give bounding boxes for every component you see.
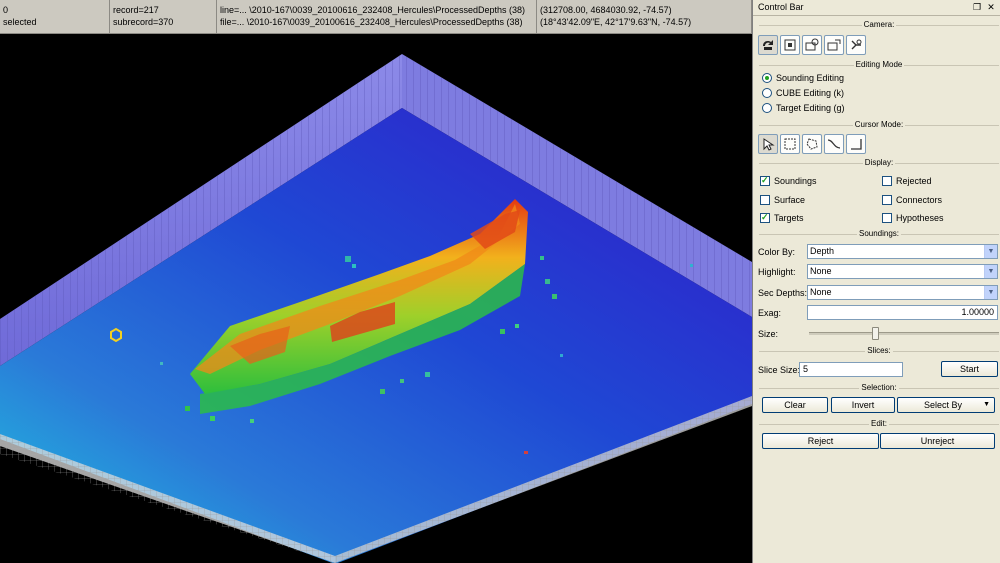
size-slider-thumb[interactable] xyxy=(871,327,879,340)
camera-reset-icon xyxy=(851,39,862,50)
radio-sounding-editing[interactable]: Sounding Editing xyxy=(762,72,844,86)
checkbox-surface[interactable]: Surface xyxy=(760,194,805,208)
selection-count-cell: 0 selected xyxy=(0,0,110,34)
clear-selection-button[interactable]: Clear xyxy=(762,397,828,413)
cursor-lasso-button[interactable] xyxy=(802,134,822,154)
chevron-down-icon[interactable]: ▼ xyxy=(984,245,997,258)
curve-select-icon xyxy=(827,139,841,149)
coordinate-cell: (312708.00, 4684030.92, -74.57) (18°43'4… xyxy=(537,0,752,34)
record-cell: record=217 subrecord=370 xyxy=(110,0,217,34)
exag-label: Exag: xyxy=(758,308,782,318)
camera-pan-button[interactable] xyxy=(780,35,800,55)
checkbox-soundings[interactable]: Soundings xyxy=(760,174,817,189)
camera-rotate-icon xyxy=(763,40,773,50)
edit-section-title: Edit: xyxy=(759,419,999,429)
camera-reset-button[interactable] xyxy=(846,35,866,55)
checkbox-indicator[interactable] xyxy=(760,211,770,223)
file-cell: line=... \2010-167\0039_20100616_232408_… xyxy=(217,0,537,34)
slice-size-input[interactable]: 5 xyxy=(799,362,903,377)
select-by-button[interactable]: Select By ▼ xyxy=(897,397,995,413)
checkbox-targets[interactable]: Targets xyxy=(760,211,804,226)
camera-zoom-icon xyxy=(805,38,819,51)
line-path: line=... \2010-167\0039_20100616_232408_… xyxy=(220,5,525,15)
control-bar-title: Control Bar xyxy=(758,2,804,12)
camera-rotate-button[interactable] xyxy=(758,35,778,55)
radio-cube-editing[interactable]: CUBE Editing (k) xyxy=(762,87,844,101)
checkbox-indicator[interactable] xyxy=(882,213,892,223)
start-slices-button[interactable]: Start xyxy=(941,361,998,377)
camera-pan-icon xyxy=(784,39,796,51)
checkbox-indicator[interactable] xyxy=(882,176,892,186)
display-section-title: Display: xyxy=(759,158,999,168)
checkbox-indicator[interactable] xyxy=(760,174,770,186)
camera-orbit-button[interactable] xyxy=(824,35,844,55)
chevron-down-icon[interactable]: ▼ xyxy=(984,286,997,299)
camera-section-title: Camera: xyxy=(759,20,999,30)
selection-count-label: selected xyxy=(3,17,37,27)
subrecord-value: subrecord=370 xyxy=(113,17,174,27)
slice-size-label: Slice Size: xyxy=(758,365,801,375)
cursor-mode-section-title: Cursor Mode: xyxy=(759,120,999,130)
file-path: file=... \2010-167\0039_20100616_232408_… xyxy=(220,17,523,27)
geographic-coordinates: (18°43'42.09"E, 42°17'9.63"N, -74.57) xyxy=(540,17,692,27)
radio-target-editing[interactable]: Target Editing (g) xyxy=(762,102,845,116)
rectangle-select-icon xyxy=(784,138,796,150)
selection-count: 0 xyxy=(3,5,9,15)
status-bar: 0 selected record=217 subrecord=370 line… xyxy=(0,0,752,34)
cursor-profile-button[interactable] xyxy=(846,134,866,154)
pointer-icon xyxy=(763,138,775,151)
camera-orbit-icon xyxy=(827,39,841,51)
checkbox-indicator[interactable] xyxy=(760,195,770,205)
radio-indicator[interactable] xyxy=(762,103,772,113)
projected-coordinates: (312708.00, 4684030.92, -74.57) xyxy=(540,5,672,15)
highlight-select[interactable]: None ▼ xyxy=(807,264,998,279)
cursor-pointer-button[interactable] xyxy=(758,134,778,154)
cursor-curve-button[interactable] xyxy=(824,134,844,154)
close-icon[interactable]: ✕ xyxy=(986,2,996,13)
cursor-rectangle-button[interactable] xyxy=(780,134,800,154)
radio-indicator[interactable] xyxy=(762,73,772,83)
size-label: Size: xyxy=(758,329,779,339)
color-by-select[interactable]: Depth ▼ xyxy=(807,244,998,259)
lasso-select-icon xyxy=(806,138,818,150)
sec-depths-select[interactable]: None ▼ xyxy=(807,285,998,300)
checkbox-indicator[interactable] xyxy=(882,195,892,205)
highlight-label: Highlight: xyxy=(758,267,796,277)
selection-section-title: Selection: xyxy=(759,383,999,393)
3d-scene[interactable] xyxy=(0,34,752,563)
checkbox-connectors[interactable]: Connectors xyxy=(882,194,942,208)
sec-depths-label: Sec Depths: xyxy=(758,288,808,298)
slices-section-title: Slices: xyxy=(759,346,999,356)
reject-button[interactable]: Reject xyxy=(762,433,879,449)
chevron-down-icon[interactable]: ▼ xyxy=(984,265,997,278)
checkbox-rejected[interactable]: Rejected xyxy=(882,175,932,189)
record-value: record=217 xyxy=(113,5,159,15)
control-bar-titlebar: Control Bar ❐ ✕ xyxy=(753,0,1000,16)
profile-select-icon xyxy=(851,139,862,150)
invert-selection-button[interactable]: Invert xyxy=(831,397,895,413)
highlight-marker xyxy=(524,451,528,454)
color-by-label: Color By: xyxy=(758,247,796,257)
exag-input[interactable]: 1.00000 xyxy=(807,305,998,320)
camera-zoom-button[interactable] xyxy=(802,35,822,55)
checkbox-hypotheses[interactable]: Hypotheses xyxy=(882,212,944,226)
unreject-button[interactable]: Unreject xyxy=(880,433,995,449)
restore-icon[interactable]: ❐ xyxy=(972,2,982,13)
caret-down-icon: ▼ xyxy=(983,401,990,408)
soundings-section-title: Soundings: xyxy=(759,229,999,239)
editing-mode-section-title: Editing Mode xyxy=(759,60,999,70)
size-slider-track[interactable] xyxy=(809,332,999,335)
control-bar-panel: Control Bar ❐ ✕ Camera: Editing Mode Sou… xyxy=(752,0,1000,563)
radio-indicator[interactable] xyxy=(762,88,772,98)
3d-sounding-view[interactable] xyxy=(0,34,752,563)
